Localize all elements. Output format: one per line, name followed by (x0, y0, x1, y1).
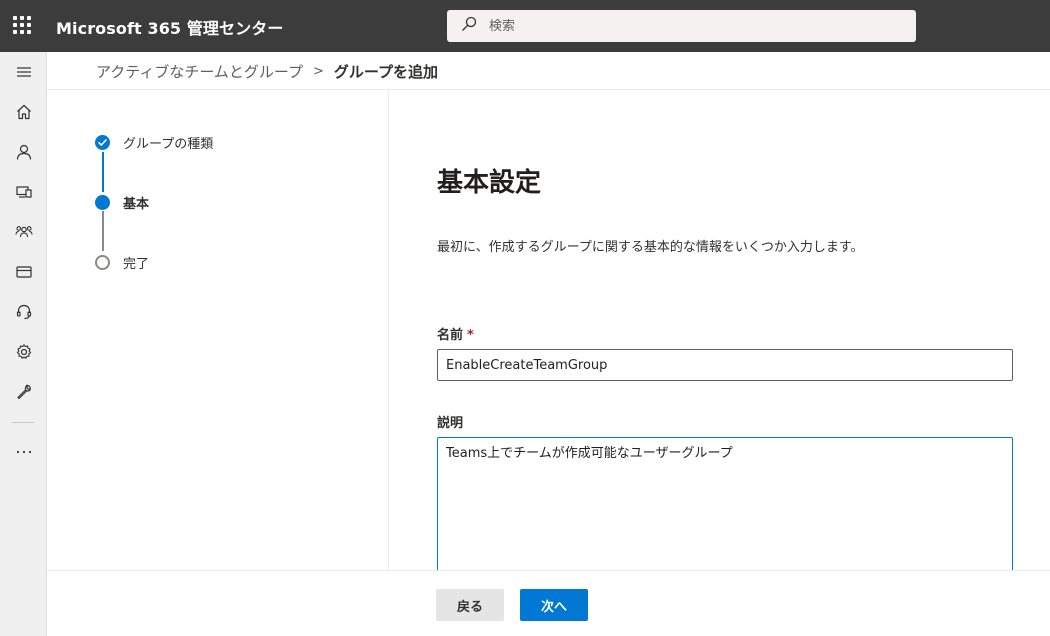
name-field-label: 名前 * (437, 324, 474, 343)
step-basics: 基本 (95, 192, 149, 212)
form-description: 最初に、作成するグループに関する基本的な情報をいくつか入力します。 (437, 240, 864, 255)
billing-icon[interactable] (0, 254, 47, 290)
search-input[interactable] (489, 18, 889, 34)
step-label: グループの種類 (123, 136, 214, 152)
next-button[interactable]: 次へ (520, 589, 588, 621)
description-field-label: 説明 (437, 416, 464, 431)
back-button[interactable]: 戻る (436, 589, 504, 621)
left-nav-rail (0, 52, 47, 636)
user-icon[interactable] (0, 134, 47, 170)
wizard-footer: 戻る 次へ (47, 570, 1050, 636)
pending-step-circle-icon (95, 254, 110, 270)
groups-icon[interactable] (0, 214, 47, 250)
page-title: 基本設定 (437, 168, 542, 198)
breadcrumb-current: グループを追加 (333, 62, 439, 81)
group-name-input[interactable] (437, 349, 1013, 381)
step-label: 基本 (123, 196, 150, 212)
current-step-dot-icon (95, 194, 110, 210)
more-icon[interactable] (0, 434, 47, 470)
group-description-textarea[interactable]: Teams上でチームが作成可能なユーザーグループ (437, 437, 1013, 577)
top-bar: Microsoft 365 管理センター (0, 0, 1050, 52)
breadcrumb-parent-link[interactable]: アクティブなチームとグループ (96, 61, 303, 82)
step-label: 完了 (123, 256, 150, 272)
home-icon[interactable] (0, 94, 47, 130)
rail-divider (12, 422, 34, 423)
step-group-type: グループの種類 (95, 132, 213, 152)
app-title[interactable]: Microsoft 365 管理センター (56, 15, 283, 39)
breadcrumb: アクティブなチームとグループ > グループを追加 (96, 60, 438, 82)
app-launcher-icon[interactable] (13, 16, 33, 36)
search-box[interactable] (447, 10, 916, 42)
devices-icon[interactable] (0, 174, 47, 210)
wizard-stepper: グループの種類 基本 完了 (47, 90, 389, 570)
name-label-text: 名前 (437, 328, 464, 343)
settings-icon[interactable] (0, 334, 47, 370)
support-icon[interactable] (0, 294, 47, 330)
breadcrumb-separator: > (313, 63, 324, 79)
step-connector-completed (102, 152, 104, 192)
step-finish: 完了 (95, 252, 149, 272)
required-mark: * (467, 328, 474, 343)
setup-icon[interactable] (0, 374, 47, 410)
checkmark-icon (95, 134, 110, 150)
search-icon (461, 16, 477, 36)
step-connector-pending (102, 211, 104, 251)
menu-icon[interactable] (0, 54, 47, 90)
